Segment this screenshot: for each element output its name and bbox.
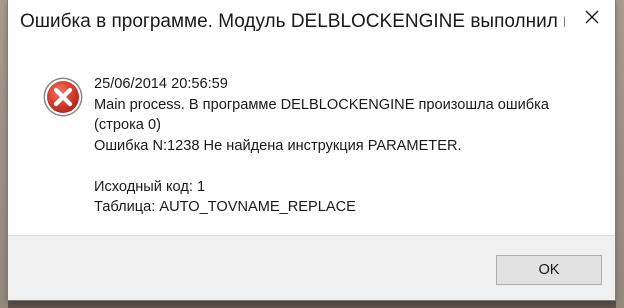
source-code-line: Исходный код: 1 [94, 178, 206, 195]
close-button[interactable] [569, 0, 615, 34]
dialog-content: 25/06/2014 20:56:59 Main process. В прог… [8, 46, 615, 235]
error-message: 25/06/2014 20:56:59 Main process. В прог… [94, 74, 604, 218]
table-line: Таблица: AUTO_TOVNAME_REPLACE [94, 199, 356, 215]
error-icon [43, 77, 83, 117]
window-title: Ошибка в программе. Модуль DELBLOCKENGIN… [20, 11, 565, 32]
error-dialog: Ошибка в программе. Модуль DELBLOCKENGIN… [8, 0, 615, 300]
error-line-main: Main process. В программе DELBLOCKENGINE… [94, 96, 549, 113]
ok-button[interactable]: OK [496, 255, 602, 285]
error-line-row: (строка 0) [94, 117, 161, 133]
button-bar: OK [8, 235, 615, 300]
close-icon [585, 10, 599, 24]
title-bar[interactable]: Ошибка в программе. Модуль DELBLOCKENGIN… [8, 0, 615, 46]
error-timestamp: 25/06/2014 20:56:59 [94, 76, 228, 92]
error-line-code: Ошибка N:1238 Не найдена инструкция PARA… [94, 137, 462, 154]
